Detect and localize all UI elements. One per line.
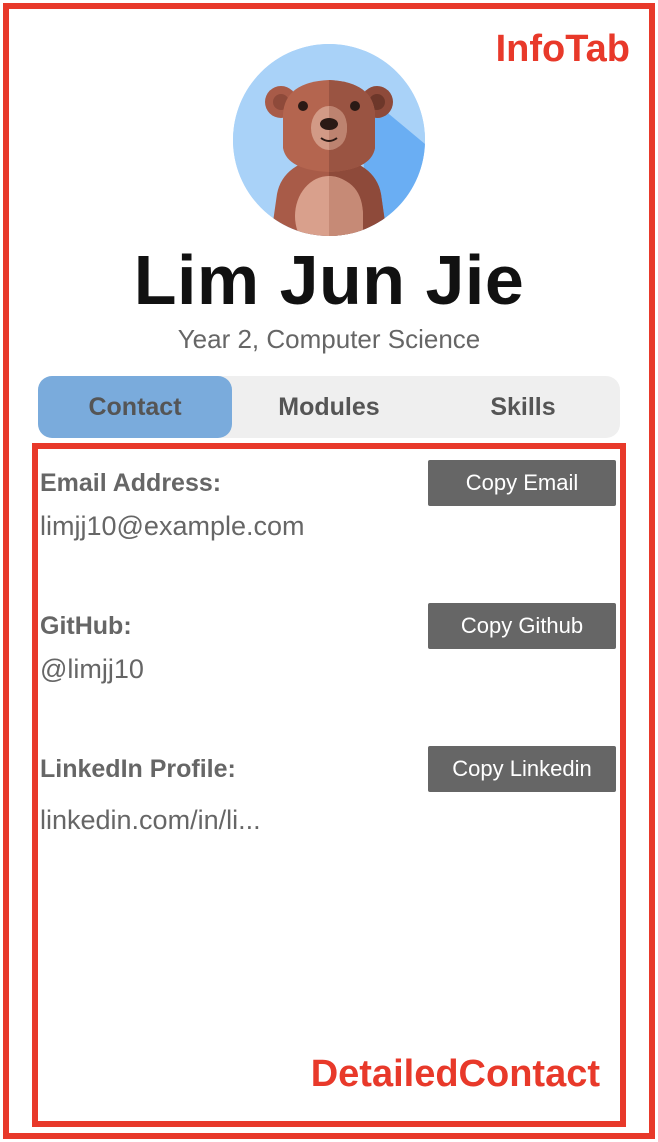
email-field: Email Address: limjj10@example.com Copy … — [40, 460, 616, 542]
bear-icon — [233, 44, 425, 236]
avatar — [233, 44, 425, 236]
detailed-contact-annotation-label: DetailedContact — [310, 1053, 600, 1095]
linkedin-field: LinkedIn Profile: linkedin.com/in/li... … — [40, 746, 616, 836]
profile-name: Lim Jun Jie — [133, 241, 525, 319]
copy-email-button[interactable]: Copy Email — [428, 460, 616, 506]
tab-skills[interactable]: Skills — [426, 376, 620, 438]
infotab-annotation-label: InfoTab — [495, 28, 630, 70]
email-value: limjj10@example.com — [40, 511, 305, 541]
tab-bar: Contact Modules Skills — [38, 376, 620, 438]
tab-modules[interactable]: Modules — [232, 376, 426, 438]
info-tab: InfoTab Lim Jun Jie Year 2, Computer Sci… — [0, 0, 658, 1142]
tab-contact[interactable]: Contact — [38, 376, 232, 438]
copy-linkedin-button[interactable]: Copy Linkedin — [428, 746, 616, 792]
github-field: GitHub: @limjj10 Copy Github — [40, 603, 616, 685]
github-value: @limjj10 — [40, 654, 144, 684]
profile-subtitle: Year 2, Computer Science — [177, 324, 481, 354]
copy-github-button[interactable]: Copy Github — [428, 603, 616, 649]
linkedin-value: linkedin.com/in/li... — [40, 805, 261, 835]
